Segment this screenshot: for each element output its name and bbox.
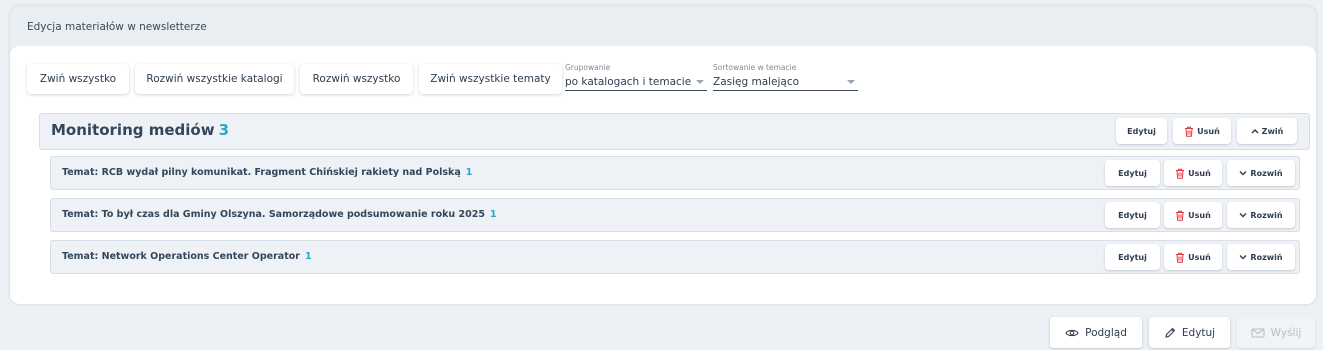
pencil-icon xyxy=(1165,327,1176,338)
topic-expand-button[interactable]: Rozwiń xyxy=(1227,244,1295,270)
catalog-collapse-label: Zwiń xyxy=(1261,126,1284,136)
sorting-select[interactable]: Sortowanie w temacie Zasięg malejąco xyxy=(713,63,858,91)
send-button[interactable]: Wyślij xyxy=(1237,317,1315,348)
topic-delete-label: Usuń xyxy=(1188,168,1211,178)
trash-icon xyxy=(1176,168,1185,179)
trash-icon xyxy=(1176,252,1185,263)
topic-count: 1 xyxy=(465,167,473,178)
topic-delete-button[interactable]: Usuń xyxy=(1164,244,1222,270)
topic-expand-label: Rozwiń xyxy=(1250,210,1283,220)
topic-edit-button[interactable]: Edytuj xyxy=(1105,202,1160,228)
catalog-collapse-button[interactable]: Zwiń xyxy=(1237,118,1297,144)
grouping-field[interactable]: po katalogach i temacie xyxy=(565,74,707,91)
sorting-label: Sortowanie w temacie xyxy=(713,63,797,72)
newsletter-editor-panel: Edycja materiałów w newsletterze Zwiń ws… xyxy=(10,6,1316,304)
chevron-down-icon xyxy=(1239,171,1247,176)
catalog-title: Monitoring mediów 3 xyxy=(51,121,229,139)
catalog-delete-button[interactable]: Usuń xyxy=(1173,118,1231,144)
eye-icon xyxy=(1065,329,1079,336)
topic-title: Temat: RCB wydał pilny komunikat. Fragme… xyxy=(62,167,472,178)
collapse-all-topics-button[interactable]: Zwiń wszystkie tematy xyxy=(419,64,562,94)
topic-edit-label: Edytuj xyxy=(1118,168,1147,178)
topic-row: Temat: To był czas dla Gminy Olszyna. Sa… xyxy=(50,198,1300,232)
chevron-up-icon xyxy=(1251,129,1259,134)
topic-edit-label: Edytuj xyxy=(1118,210,1147,220)
topic-row: Temat: Network Operations Center Operato… xyxy=(50,240,1300,274)
topic-delete-button[interactable]: Usuń xyxy=(1164,160,1222,186)
topic-expand-label: Rozwiń xyxy=(1250,252,1283,262)
topic-title-text: Temat: Network Operations Center Operato… xyxy=(62,251,300,262)
topic-delete-label: Usuń xyxy=(1188,252,1211,262)
chevron-down-icon xyxy=(1239,213,1247,218)
topic-row: Temat: RCB wydał pilny komunikat. Fragme… xyxy=(50,156,1300,190)
envelope-icon xyxy=(1251,327,1265,338)
topic-delete-button[interactable]: Usuń xyxy=(1164,202,1222,228)
catalog-edit-label: Edytuj xyxy=(1127,126,1156,136)
topic-expand-button[interactable]: Rozwiń xyxy=(1227,202,1295,228)
sorting-field[interactable]: Zasięg malejąco xyxy=(713,74,858,91)
catalog-edit-button[interactable]: Edytuj xyxy=(1116,118,1167,144)
topic-edit-button[interactable]: Edytuj xyxy=(1105,244,1160,270)
catalog-delete-label: Usuń xyxy=(1197,126,1220,136)
catalog-count: 3 xyxy=(218,121,229,139)
topic-title-text: Temat: RCB wydał pilny komunikat. Fragme… xyxy=(62,167,461,178)
trash-icon xyxy=(1185,126,1194,137)
topic-edit-button[interactable]: Edytuj xyxy=(1105,160,1160,186)
grouping-select[interactable]: Grupowanie po katalogach i temacie xyxy=(565,63,707,91)
expand-all-catalogs-button[interactable]: Rozwiń wszystkie katalogi xyxy=(135,64,294,94)
sorting-value: Zasięg malejąco xyxy=(713,76,800,88)
topic-delete-label: Usuń xyxy=(1188,210,1211,220)
topic-title-text: Temat: To był czas dla Gminy Olszyna. Sa… xyxy=(62,209,485,220)
preview-label: Podgląd xyxy=(1085,326,1127,339)
topic-count: 1 xyxy=(489,209,497,220)
topic-expand-label: Rozwiń xyxy=(1250,168,1283,178)
edit-label: Edytuj xyxy=(1181,326,1216,339)
catalog-row: Monitoring mediów 3 Edytuj Usuń Zwiń xyxy=(39,113,1310,150)
preview-button[interactable]: Podgląd xyxy=(1050,317,1142,348)
edit-button[interactable]: Edytuj xyxy=(1149,317,1230,348)
panel-title: Edycja materiałów w newsletterze xyxy=(27,21,207,33)
chevron-down-icon xyxy=(696,80,704,84)
topic-expand-button[interactable]: Rozwiń xyxy=(1227,160,1295,186)
collapse-all-button[interactable]: Zwiń wszystko xyxy=(27,64,129,94)
catalog-name: Monitoring mediów xyxy=(51,121,215,139)
trash-icon xyxy=(1176,210,1185,221)
chevron-down-icon xyxy=(847,80,855,84)
topic-count: 1 xyxy=(304,251,312,262)
chevron-down-icon xyxy=(1239,255,1247,260)
grouping-label: Grupowanie xyxy=(565,63,611,72)
grouping-value: po katalogach i temacie xyxy=(565,76,692,88)
send-label: Wyślij xyxy=(1270,326,1302,339)
topic-edit-label: Edytuj xyxy=(1118,252,1147,262)
expand-all-button[interactable]: Rozwiń wszystko xyxy=(300,64,413,94)
topic-title: Temat: To był czas dla Gminy Olszyna. Sa… xyxy=(62,209,497,220)
materials-card: Zwiń wszystko Rozwiń wszystkie katalogi … xyxy=(10,46,1316,304)
topic-title: Temat: Network Operations Center Operato… xyxy=(62,251,312,262)
